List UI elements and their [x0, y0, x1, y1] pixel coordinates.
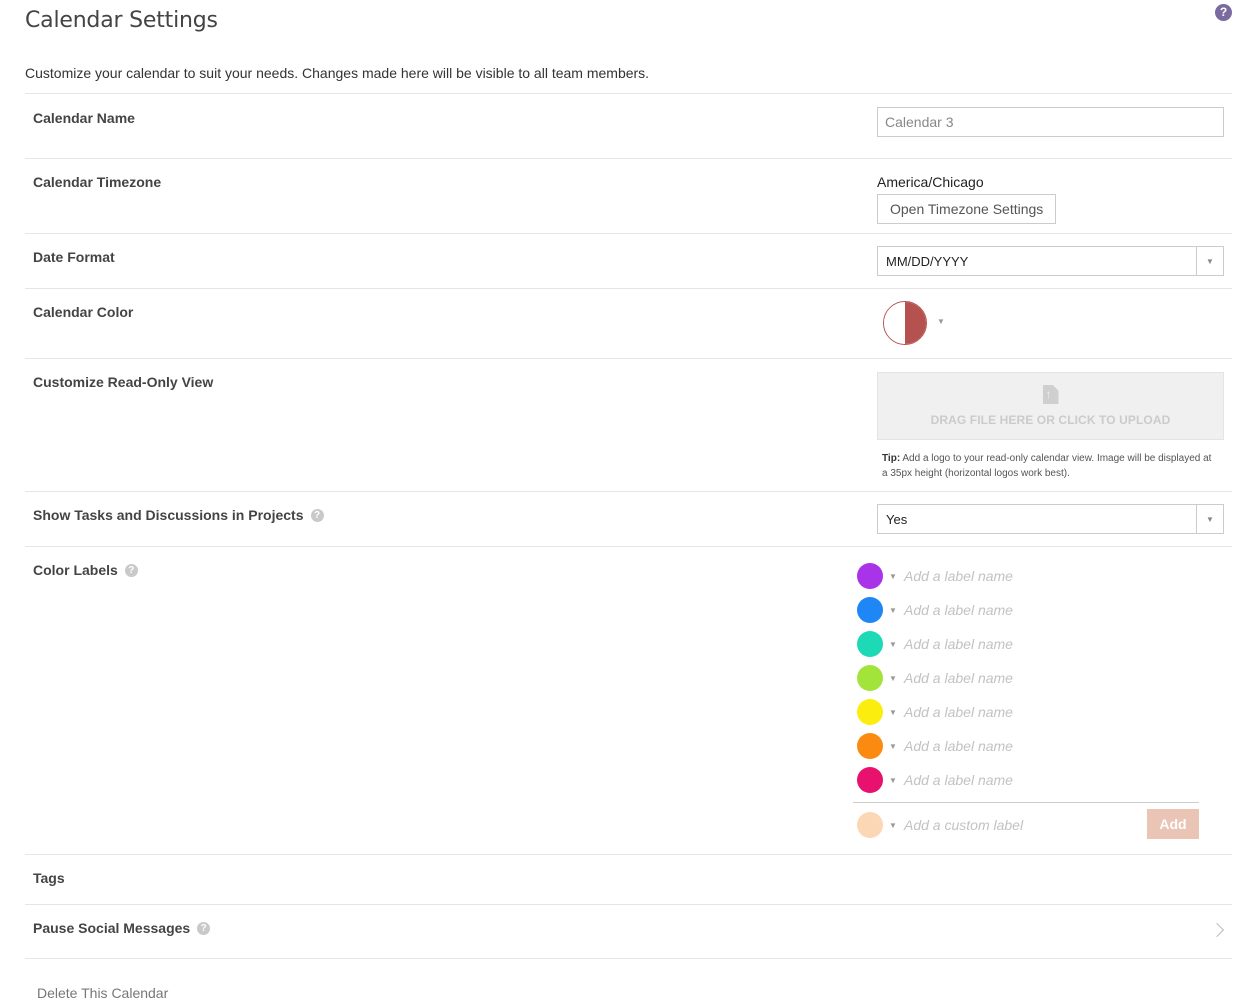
show-tasks-value: Yes: [886, 511, 908, 527]
timezone-row: Calendar Timezone America/Chicago Open T…: [25, 158, 1232, 233]
caret-down-icon[interactable]: ▼: [889, 821, 899, 830]
show-tasks-label-text: Show Tasks and Discussions in Projects: [33, 507, 304, 523]
bottom-divider: [25, 958, 1232, 959]
date-format-select[interactable]: MM/DD/YYYY ▼: [877, 246, 1224, 276]
date-format-value: MM/DD/YYYY: [886, 253, 969, 269]
color-dot[interactable]: [857, 665, 883, 691]
label-name-input[interactable]: Add a label name: [904, 568, 1013, 584]
caret-down-icon[interactable]: ▼: [889, 572, 899, 581]
color-dot[interactable]: [857, 597, 883, 623]
question-icon[interactable]: ?: [310, 508, 324, 522]
color-labels-label-text: Color Labels: [33, 562, 118, 578]
tags-label: Tags: [33, 870, 65, 886]
open-timezone-settings-button[interactable]: Open Timezone Settings: [877, 194, 1057, 224]
read-only-label: Customize Read-Only View: [33, 374, 214, 390]
custom-color-dot[interactable]: [857, 812, 883, 838]
color-dot[interactable]: [857, 733, 883, 759]
delete-calendar-link[interactable]: Delete This Calendar: [37, 985, 168, 1001]
page-title: Calendar Settings: [25, 8, 218, 33]
file-upload-icon: [1042, 385, 1059, 404]
caret-down-icon[interactable]: ▼: [889, 606, 899, 615]
tip-text: Add a logo to your read-only calendar vi…: [882, 453, 1212, 479]
tags-row[interactable]: Tags: [25, 854, 1232, 904]
question-icon[interactable]: ?: [124, 563, 138, 577]
caret-down-icon[interactable]: ▼: [937, 317, 945, 326]
color-label-item: ▼ Add a label name: [852, 733, 1199, 759]
calendar-color-picker[interactable]: ▼: [883, 301, 945, 345]
calendar-name-label: Calendar Name: [33, 110, 135, 126]
upload-text: DRAG FILE HERE OR CLICK TO UPLOAD: [930, 413, 1171, 427]
question-icon[interactable]: ?: [197, 921, 211, 935]
show-tasks-row: Show Tasks and Discussions in Projects ?…: [25, 491, 1232, 546]
calendar-color-label: Calendar Color: [33, 304, 134, 320]
label-name-input[interactable]: Add a label name: [904, 636, 1013, 652]
caret-down-icon[interactable]: ▼: [889, 776, 899, 785]
timezone-value: America/Chicago: [877, 174, 984, 190]
label-name-input[interactable]: Add a label name: [904, 772, 1013, 788]
color-label-item: ▼ Add a label name: [852, 597, 1199, 623]
read-only-row: Customize Read-Only View DRAG FILE HERE …: [25, 358, 1232, 491]
pause-social-label-text: Pause Social Messages: [33, 920, 191, 936]
custom-label-input[interactable]: Add a custom label: [904, 817, 1023, 833]
chevron-right-icon[interactable]: [1209, 922, 1225, 938]
show-tasks-label: Show Tasks and Discussions in Projects ?: [33, 507, 324, 523]
help-icon[interactable]: ?: [1215, 4, 1232, 21]
color-dot[interactable]: [857, 699, 883, 725]
label-name-input[interactable]: Add a label name: [904, 704, 1013, 720]
add-label-button[interactable]: Add: [1147, 809, 1199, 839]
color-label-item: ▼ Add a label name: [852, 665, 1199, 691]
color-label-item: ▼ Add a label name: [852, 767, 1199, 793]
color-dot[interactable]: [857, 767, 883, 793]
pause-social-row[interactable]: Pause Social Messages ?: [25, 904, 1232, 958]
chevron-down-icon: ▼: [1196, 247, 1223, 275]
color-label-item: ▼ Add a label name: [852, 631, 1199, 657]
color-labels-label: Color Labels ?: [33, 562, 138, 578]
custom-label-divider: [853, 802, 1199, 803]
upload-tip: Tip: Add a logo to your read-only calend…: [882, 451, 1212, 481]
timezone-label: Calendar Timezone: [33, 174, 162, 190]
color-dot[interactable]: [857, 563, 883, 589]
calendar-color-row: Calendar Color ▼: [25, 288, 1232, 358]
logo-upload-dropzone[interactable]: DRAG FILE HERE OR CLICK TO UPLOAD: [877, 372, 1224, 440]
label-name-input[interactable]: Add a label name: [904, 602, 1013, 618]
tip-prefix: Tip:: [882, 453, 901, 464]
date-format-row: Date Format MM/DD/YYYY ▼: [25, 233, 1232, 288]
caret-down-icon[interactable]: ▼: [889, 742, 899, 751]
caret-down-icon[interactable]: ▼: [889, 674, 899, 683]
intro-text: Customize your calendar to suit your nee…: [25, 65, 650, 81]
label-name-input[interactable]: Add a label name: [904, 670, 1013, 686]
calendar-name-input[interactable]: [877, 107, 1224, 137]
label-name-input[interactable]: Add a label name: [904, 738, 1013, 754]
color-label-item: ▼ Add a label name: [852, 699, 1199, 725]
pause-social-label: Pause Social Messages ?: [33, 920, 211, 936]
caret-down-icon[interactable]: ▼: [889, 708, 899, 717]
color-label-item: ▼ Add a label name: [852, 563, 1199, 589]
color-dot[interactable]: [857, 631, 883, 657]
calendar-name-row: Calendar Name: [25, 93, 1232, 158]
calendar-color-swatch[interactable]: [883, 301, 927, 345]
chevron-down-icon: ▼: [1196, 505, 1223, 533]
caret-down-icon[interactable]: ▼: [889, 640, 899, 649]
date-format-label: Date Format: [33, 249, 115, 265]
show-tasks-select[interactable]: Yes ▼: [877, 504, 1224, 534]
custom-label-item: ▼ Add a custom label Add: [852, 809, 1199, 839]
